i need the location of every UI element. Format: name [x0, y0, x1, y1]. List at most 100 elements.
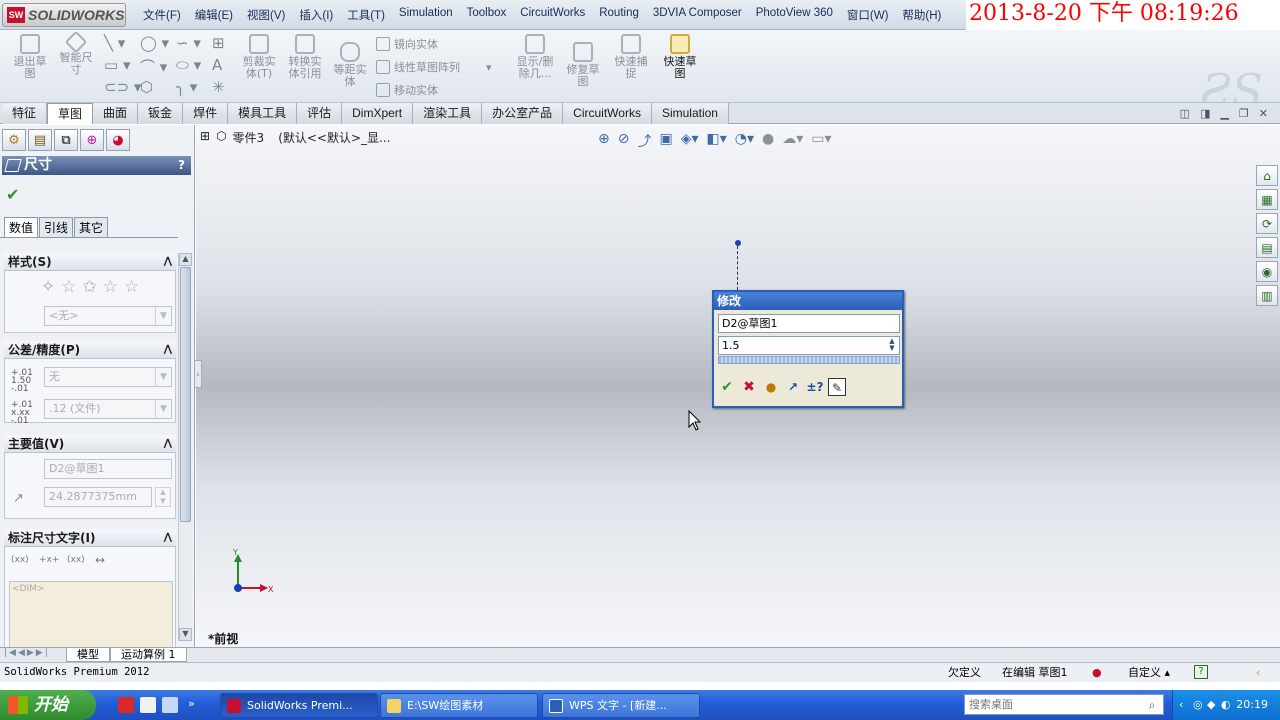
restore-icon[interactable]: ❐: [1239, 107, 1249, 120]
tab-features[interactable]: 特征: [2, 103, 48, 124]
collapse-icon[interactable]: ⋀: [164, 529, 172, 547]
fillet-icon[interactable]: ╮ ▾: [176, 78, 197, 96]
menu-help[interactable]: 帮助(H): [895, 7, 948, 23]
value-spinner[interactable]: ▲ ▼: [155, 487, 171, 507]
scroll-up-icon[interactable]: ▲: [179, 253, 192, 266]
text-icon[interactable]: A: [212, 56, 222, 74]
menu-edit[interactable]: 编辑(E): [188, 7, 240, 23]
precision-dropdown[interactable]: .12 (文件) ▼: [44, 399, 172, 419]
modify-dialog-title[interactable]: 修改: [714, 292, 902, 310]
task-solidworks[interactable]: SolidWorks Premi...: [220, 693, 378, 718]
section-view-icon[interactable]: ▣: [659, 131, 672, 151]
tab-weldments[interactable]: 焊件: [183, 103, 229, 124]
hide-show-icon[interactable]: ◔▾: [735, 131, 754, 151]
tolerance-dropdown[interactable]: 无 ▼: [44, 367, 172, 387]
dimension-endpoint[interactable]: [735, 240, 741, 246]
design-library-icon[interactable]: ▦: [1256, 189, 1278, 210]
resources-icon[interactable]: ⌂: [1256, 165, 1278, 186]
tray-network-icon[interactable]: ◎: [1193, 690, 1203, 720]
view-palette-icon[interactable]: ▤: [1256, 237, 1278, 258]
tab-other[interactable]: 其它: [74, 217, 109, 237]
quicklaunch-desktop-icon[interactable]: [162, 697, 178, 713]
zoom-area-icon[interactable]: ⊘: [618, 131, 630, 151]
task-wps[interactable]: WPS 文字 - [新建...: [542, 693, 700, 718]
slot-icon[interactable]: ⊂⊃ ▾: [104, 78, 141, 96]
menu-insert[interactable]: 插入(I): [292, 7, 340, 23]
ellipse-icon[interactable]: ⬭ ▾: [176, 56, 201, 74]
rebuild-status-icon[interactable]: ●: [1092, 663, 1102, 682]
rebuild-icon[interactable]: ●: [762, 378, 780, 396]
previous-view-icon[interactable]: ⤴: [637, 131, 651, 151]
collapse-icon[interactable]: ⋀: [164, 253, 172, 271]
menu-circuitworks[interactable]: CircuitWorks: [513, 7, 592, 23]
minimize-icon[interactable]: ▁: [1220, 107, 1228, 120]
move-entities-button[interactable]: 移动实体: [376, 82, 438, 98]
menu-view[interactable]: 视图(V): [240, 7, 292, 23]
search-icon[interactable]: ⌕: [1143, 696, 1161, 713]
line-icon[interactable]: ╲ ▾: [104, 34, 125, 52]
convert-entities-button[interactable]: 转换实 体引用: [284, 34, 326, 80]
quick-snaps-button[interactable]: 快速捕 捉: [610, 34, 652, 80]
collapse-icon[interactable]: ⋀: [164, 341, 172, 359]
spline-icon[interactable]: ∽ ▾: [176, 34, 201, 52]
quicklaunch-more-icon[interactable]: »: [188, 697, 204, 713]
panel-splitter[interactable]: ›: [194, 360, 202, 388]
appearance-icon[interactable]: ●: [762, 131, 774, 151]
display-style-icon[interactable]: ◧▾: [707, 131, 727, 151]
dimension-name-field[interactable]: D2@草图1: [718, 314, 900, 333]
pm-help-button[interactable]: ?: [178, 156, 185, 175]
tray-clock[interactable]: 20:19: [1236, 690, 1268, 720]
menu-window[interactable]: 窗口(W): [840, 7, 896, 23]
view-settings-icon[interactable]: ▭▾: [811, 131, 831, 151]
linear-pattern-button[interactable]: 线性草图阵列 ▾: [376, 59, 492, 75]
tray-volume-icon[interactable]: ◐: [1221, 690, 1231, 720]
tab-leaders[interactable]: 引线: [39, 217, 74, 237]
quicklaunch-ie-icon[interactable]: [140, 697, 156, 713]
trim-button[interactable]: 剪裁实 体(T): [238, 34, 280, 80]
circle-icon[interactable]: ◯ ▾: [140, 34, 169, 52]
task-folder[interactable]: E:\SW绘图素材: [380, 693, 538, 718]
dim-text-center-icon[interactable]: +x+: [39, 555, 59, 565]
units-dropdown[interactable]: 自定义 ▴: [1128, 663, 1170, 682]
feature-manager-icon[interactable]: ⚙: [2, 129, 26, 151]
custom-properties-icon[interactable]: ▥: [1256, 285, 1278, 306]
tab-simulation[interactable]: Simulation: [651, 103, 729, 124]
offset-entities-button[interactable]: 等距实 体: [330, 42, 370, 88]
appearances-icon[interactable]: ◉: [1256, 261, 1278, 282]
display-manager-icon[interactable]: ◕: [106, 129, 130, 151]
property-manager-icon[interactable]: ▤: [28, 129, 52, 151]
tab-surfaces[interactable]: 曲面: [93, 103, 139, 124]
grid-icon[interactable]: ⊞: [212, 34, 225, 52]
menu-tools[interactable]: 工具(T): [340, 7, 392, 23]
tab-evaluate[interactable]: 评估: [297, 103, 343, 124]
show-delete-relations-button[interactable]: 显示/删 除几...: [512, 34, 558, 80]
dim-text-offset-icon[interactable]: ↔: [95, 553, 105, 567]
tab-render-tools[interactable]: 渲染工具: [413, 103, 483, 124]
menu-photoview[interactable]: PhotoView 360: [749, 7, 840, 23]
dimension-text-area[interactable]: <DIM>: [9, 581, 173, 647]
repair-sketch-button[interactable]: 修复草 图: [562, 42, 604, 88]
cascade-icon[interactable]: ◨: [1200, 107, 1210, 120]
tab-circuitworks[interactable]: CircuitWorks: [563, 103, 652, 124]
cancel-icon[interactable]: ✖: [740, 378, 758, 396]
confirm-icon[interactable]: ✔: [718, 378, 736, 396]
tab-sheet-metal[interactable]: 钣金: [138, 103, 184, 124]
mirror-entities-button[interactable]: 镜向实体: [376, 36, 438, 52]
exit-sketch-button[interactable]: 退出草 图: [10, 34, 50, 80]
menu-routing[interactable]: Routing: [592, 7, 646, 23]
collapse-status-icon[interactable]: ‹: [1256, 663, 1260, 682]
primary-value-field[interactable]: 24.2877375mm: [44, 487, 152, 507]
scroll-down-icon[interactable]: ▼: [179, 628, 192, 641]
start-button[interactable]: 开始: [0, 690, 96, 720]
tab-value[interactable]: 数值: [4, 217, 39, 237]
tolerance-group-header[interactable]: 公差/精度(P) ⋀: [4, 341, 176, 359]
reverse-direction-icon[interactable]: ↗: [784, 378, 802, 396]
part-name[interactable]: 零件3: [233, 129, 265, 146]
file-explorer-icon[interactable]: ⟳: [1256, 213, 1278, 234]
mark-dimension-icon[interactable]: ✎: [828, 378, 846, 396]
spin-increment-icon[interactable]: ±?: [806, 378, 824, 396]
primary-value-group-header[interactable]: 主要值(V) ⋀: [4, 435, 176, 453]
collapse-icon[interactable]: ⋀: [164, 435, 172, 453]
configuration-manager-icon[interactable]: ⧉: [54, 129, 78, 151]
style-group-header[interactable]: 样式(S) ⋀: [4, 253, 176, 271]
